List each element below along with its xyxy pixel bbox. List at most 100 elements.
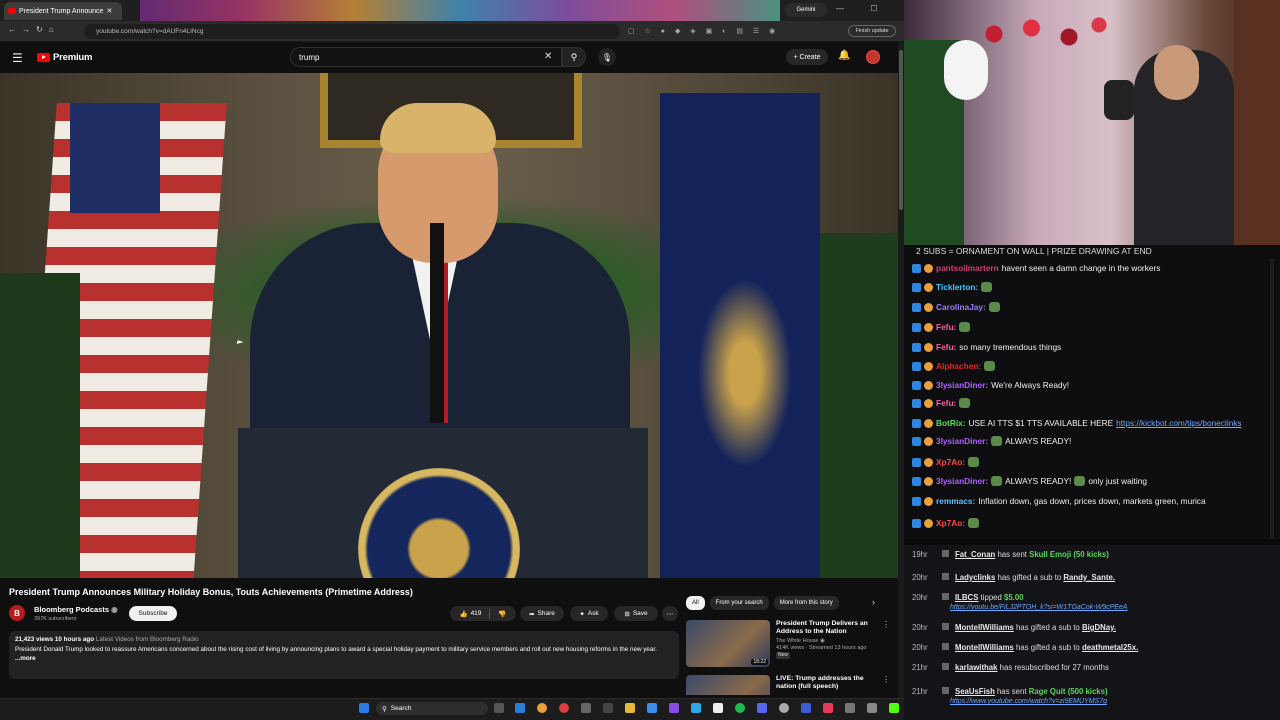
chat-username[interactable]: Fefu: [936,342,956,352]
forward-icon[interactable]: → [22,25,36,34]
thumbs-down-icon[interactable]: 👎 [498,610,506,618]
chat-username[interactable]: remmacs: [936,496,975,506]
chip-more-from-story[interactable]: More from this story [773,596,839,610]
event-username[interactable]: SeaUsFish [955,687,995,696]
chat-username[interactable]: 3lysianDiner: [936,436,988,446]
event-target[interactable]: deathmetal25x. [1082,643,1138,652]
event-username[interactable]: MontellWilliams [955,623,1014,632]
more-options-icon[interactable]: ⋮ [882,675,890,695]
search-icon[interactable]: ⚲ [562,47,586,67]
app-icon[interactable] [867,703,877,713]
share-button[interactable]: ➦ Share [520,606,564,621]
christmas-tree-right [820,233,898,578]
back-icon[interactable]: ← [8,25,22,34]
chat-username[interactable]: Fefu: [936,398,956,408]
chrome-alt-icon[interactable] [559,703,569,713]
chat-username[interactable]: BotRix: [936,418,966,428]
event-link[interactable]: https://www.youtube.com/watch?v=zi9EMUYM… [950,698,1107,705]
account-avatar[interactable] [866,50,880,64]
chat-username[interactable]: 3lysianDiner: [936,476,988,486]
finish-update-button[interactable]: Finish update [848,25,896,37]
terminal-icon[interactable] [603,703,613,713]
gemini-button[interactable]: Gemini [785,3,827,17]
ask-button[interactable]: ✦ Ask [570,606,608,621]
thumbs-up-icon[interactable]: 👍 [459,610,467,618]
chat-scrollbar[interactable] [1270,259,1274,539]
sub-badge-icon [924,496,933,506]
create-button[interactable]: + Create [786,49,828,65]
edge-icon[interactable] [515,703,525,713]
app-icon[interactable] [647,703,657,713]
more-options-icon[interactable]: ⋮ [882,620,890,667]
description-box[interactable]: 21,423 views 10 hours ago Latest Videos … [9,631,679,679]
video-player[interactable] [0,73,898,578]
chat-username[interactable]: pantsoilmartern [936,263,999,273]
taskbar-search[interactable]: ⚲ Search [376,702,488,715]
app-icon[interactable] [691,703,701,713]
tab-title: President Trump Announce [19,7,104,15]
video-thumbnail[interactable]: 18:22 [686,620,770,667]
chat-username[interactable]: Xp7Ao: [936,457,965,467]
event-username[interactable]: Fat_Conan [955,550,995,559]
chat-username[interactable]: Alphachen: [936,361,981,371]
chat-username[interactable]: 3lysianDiner: [936,380,988,390]
search-input[interactable]: trump [290,47,562,67]
nav-buttons[interactable]: ←→↻⌂ [8,25,60,34]
recommended-meta: 414K views · Streamed 13 hours ago [776,645,867,651]
app-icon[interactable] [669,703,679,713]
subscribe-button[interactable]: Subscribe [129,606,177,621]
home-icon[interactable]: ⌂ [49,25,60,34]
url-field[interactable]: youtube.com/watch?v=dAUFn4LINcg [84,24,620,39]
chrome-icon[interactable] [537,703,547,713]
extension-icons[interactable]: ▢ ☆ ● ◆ ◈ ▣ ◐ ▤ ☰ ◉ [628,27,779,35]
chip-all[interactable]: All [686,596,705,610]
event-target[interactable]: Randy_Sante. [1063,573,1115,582]
clear-search-icon[interactable]: ✕ [544,51,552,62]
microphone-icon[interactable]: 🎙 [598,48,616,66]
obs-icon[interactable] [713,703,723,713]
event-username[interactable]: ILBCS [955,593,978,602]
app-icon[interactable] [801,703,811,713]
app-icon[interactable] [581,703,591,713]
channel-avatar[interactable]: B [9,605,25,621]
chip-from-your-search[interactable]: From your search [709,596,769,610]
file-explorer-icon[interactable] [625,703,635,713]
recommended-video[interactable]: LIVE: Trump addresses the nation (full s… [686,675,898,695]
chat-username[interactable]: CarolinaJay: [936,302,986,312]
event-username[interactable]: Ladyclinks [955,573,995,582]
reload-icon[interactable]: ↻ [36,25,49,34]
event-target[interactable]: BigDNay. [1082,623,1116,632]
app-icon[interactable] [823,703,833,713]
chat-message: Alphachen: [912,361,998,371]
like-dislike-group[interactable]: 👍 419 👎 [450,606,516,621]
chips-next-icon[interactable]: › [872,597,875,607]
browser-tab[interactable]: President Trump Announce ✕ [4,2,122,20]
app-icon[interactable] [845,703,855,713]
spotify-icon[interactable] [735,703,745,713]
youtube-logo[interactable]: Premium [37,52,92,63]
discord-icon[interactable] [757,703,767,713]
save-button[interactable]: ⊞ Save [614,606,658,621]
event-username[interactable]: MontellWilliams [955,643,1014,652]
app-icon[interactable] [779,703,789,713]
channel-name[interactable]: Bloomberg Podcasts ◉ [34,605,118,614]
chat-username[interactable]: Fefu: [936,322,956,332]
chat-username[interactable]: Xp7Ao: [936,518,965,528]
chat-username[interactable]: Ticklerton: [936,282,978,292]
kick-icon[interactable] [889,703,899,713]
description-link: Latest Videos from Bloomberg Radio [95,636,199,643]
hamburger-menu-icon[interactable]: ☰ [12,51,23,65]
notifications-bell-icon[interactable]: 🔔 [838,50,850,61]
task-view-icon[interactable] [494,703,504,713]
show-more-link[interactable]: ...more [15,654,673,664]
event-row: 20hr ILBCS tipped $5.00 https://youtu.be/F… [912,593,1127,611]
windows-start-icon[interactable] [359,703,369,713]
event-username[interactable]: karlawithak [955,663,997,672]
page-scrollbar-thumb[interactable] [899,50,903,210]
more-actions-icon[interactable]: ⋯ [662,606,678,621]
video-thumbnail[interactable] [686,675,770,695]
chat-link[interactable]: https://kickbot.com/tips/boneclinks [1116,418,1241,428]
tab-close-icon[interactable]: ✕ [106,7,112,15]
event-link[interactable]: https://youtu.be/FiLJ2PTOH_k?si=W1TGaCok… [950,604,1127,611]
recommended-video[interactable]: 18:22 President Trump Delivers an Addres… [686,620,898,667]
